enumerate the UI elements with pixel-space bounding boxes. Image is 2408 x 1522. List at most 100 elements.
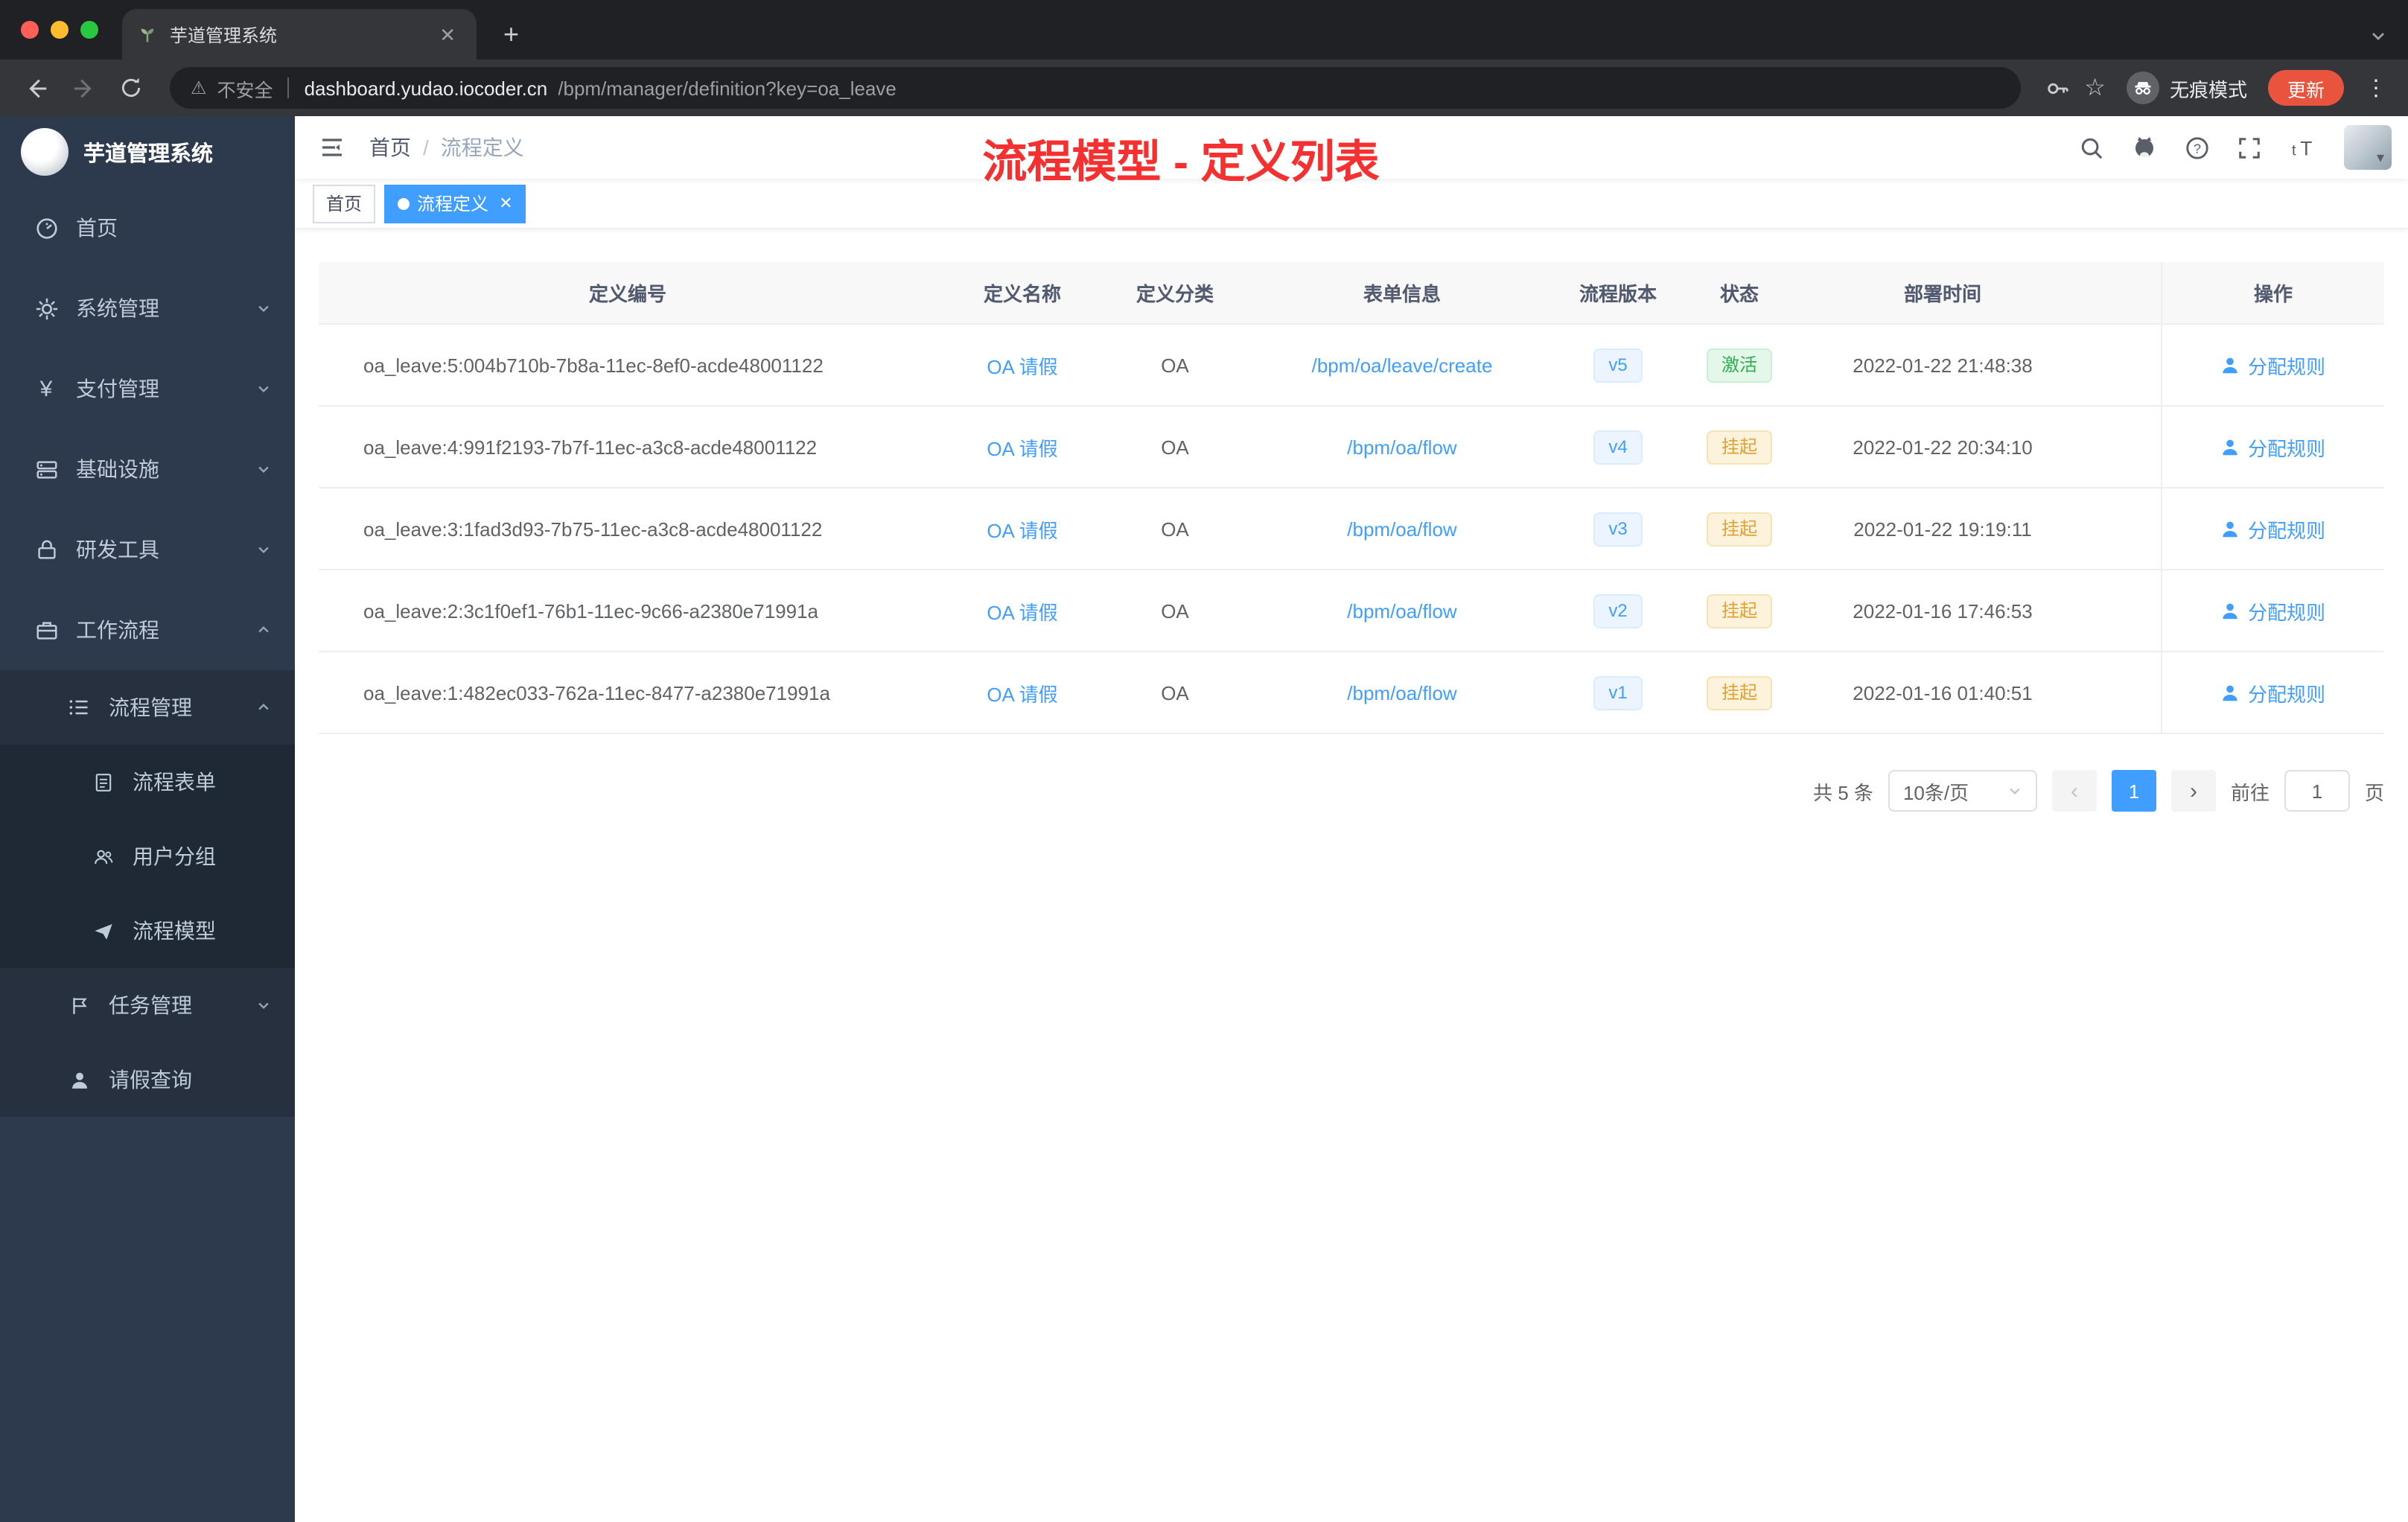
forward-button[interactable] bbox=[63, 67, 104, 109]
sidebar-item-devtools[interactable]: 研发工具 bbox=[0, 509, 295, 590]
definition-name-link[interactable]: OA 请假 bbox=[987, 355, 1057, 378]
form-info-link[interactable]: /bpm/oa/flow bbox=[1347, 436, 1456, 458]
table-row: oa_leave:4:991f2193-7b7f-11ec-a3c8-acde4… bbox=[319, 407, 2384, 488]
col-header: 定义编号 bbox=[588, 283, 666, 305]
sidebar-collapse-hamburger-icon[interactable] bbox=[319, 134, 345, 161]
user-avatar-wrap[interactable]: ▾ bbox=[2343, 125, 2392, 170]
window-controls bbox=[0, 0, 122, 60]
flag-icon bbox=[66, 992, 92, 1019]
definition-id: oa_leave:3:1fad3d93-7b75-11ec-a3c8-acde4… bbox=[363, 518, 823, 540]
breadcrumb-home[interactable]: 首页 bbox=[369, 133, 411, 162]
sidebar-item-process-form[interactable]: 流程表单 bbox=[0, 745, 295, 819]
form-info-link[interactable]: /bpm/oa/flow bbox=[1347, 518, 1456, 540]
password-key-icon[interactable] bbox=[2044, 75, 2069, 101]
assign-rule-button[interactable]: 分配规则 bbox=[2221, 433, 2325, 461]
sidebar-item-home[interactable]: 首页 bbox=[0, 188, 295, 268]
zoom-window-button[interactable] bbox=[80, 21, 98, 39]
sidebar-logo[interactable]: 芋道管理系统 bbox=[0, 116, 295, 188]
sidebar-item-label: 任务管理 bbox=[109, 993, 192, 1017]
refresh-button[interactable] bbox=[110, 67, 152, 109]
font-size-icon[interactable]: tT bbox=[2289, 135, 2317, 160]
prev-page-button[interactable]: ‹ bbox=[2051, 770, 2097, 812]
search-icon[interactable] bbox=[2079, 135, 2104, 160]
sidebar-item-label: 研发工具 bbox=[76, 538, 159, 561]
sidebar-item-workflow[interactable]: 工作流程 bbox=[0, 590, 295, 670]
not-secure-warning-icon: ⚠ bbox=[191, 77, 207, 98]
svg-text:?: ? bbox=[2194, 141, 2201, 156]
sidebar-item-user-group[interactable]: 用户分组 bbox=[0, 819, 295, 894]
sidebar-item-infra[interactable]: 基础设施 bbox=[0, 429, 295, 509]
definition-category: OA bbox=[1161, 518, 1189, 540]
svg-text:T: T bbox=[2300, 136, 2312, 159]
address-bar[interactable]: ⚠ 不安全 dashboard.yudao.iocoder.cn /bpm/ma… bbox=[170, 67, 2021, 109]
form-info-link[interactable]: /bpm/oa/leave/create bbox=[1312, 354, 1493, 376]
minimize-window-button[interactable] bbox=[51, 21, 69, 39]
back-button[interactable] bbox=[15, 67, 57, 109]
fullscreen-icon[interactable] bbox=[2237, 135, 2262, 160]
definition-id: oa_leave:5:004b710b-7b8a-11ec-8ef0-acde4… bbox=[363, 354, 824, 376]
yen-icon: ¥ bbox=[39, 376, 53, 401]
page-size-select[interactable]: 10条/页 bbox=[1888, 770, 2037, 812]
bookmark-star-icon[interactable]: ☆ bbox=[2084, 73, 2106, 103]
next-page-button[interactable]: › bbox=[2170, 770, 2216, 812]
tab-close-icon[interactable]: ✕ bbox=[433, 22, 462, 47]
goto-page-input[interactable] bbox=[2284, 770, 2350, 812]
select-chevron-down-icon bbox=[2007, 783, 2022, 798]
tag-process-definition[interactable]: 流程定义 ✕ bbox=[384, 184, 526, 223]
help-icon[interactable]: ? bbox=[2185, 135, 2210, 160]
col-header: 定义名称 bbox=[983, 283, 1061, 305]
toolbar-right: ☆ 无痕模式 更新 ⋮ bbox=[2038, 70, 2393, 106]
form-info-link[interactable]: /bpm/oa/flow bbox=[1347, 599, 1456, 622]
incognito-icon bbox=[2126, 71, 2159, 104]
browser-menu-kebab-icon[interactable]: ⋮ bbox=[2359, 74, 2393, 101]
new-tab-button[interactable]: + bbox=[494, 19, 528, 51]
tag-close-icon[interactable]: ✕ bbox=[499, 194, 512, 213]
tab-strip-chevron-down-icon[interactable] bbox=[2369, 27, 2408, 60]
sidebar-item-label: 用户分组 bbox=[133, 844, 216, 868]
devtools-lock-icon bbox=[33, 536, 60, 563]
status-badge: 挂起 bbox=[1706, 675, 1772, 710]
assign-rule-button[interactable]: 分配规则 bbox=[2221, 678, 2325, 707]
sidebar-item-task-manage[interactable]: 任务管理 bbox=[0, 968, 295, 1042]
definition-name-link[interactable]: OA 请假 bbox=[987, 683, 1057, 705]
screen: 芋道管理系统 ✕ + ⚠ 不安全 dashboard.yudao.iocoder… bbox=[0, 0, 2408, 1522]
col-header: 定义分类 bbox=[1135, 283, 1214, 305]
definition-name-link[interactable]: OA 请假 bbox=[987, 601, 1057, 623]
assign-rule-button[interactable]: 分配规则 bbox=[2221, 515, 2325, 543]
sidebar-item-leave-query[interactable]: 请假查询 bbox=[0, 1042, 295, 1117]
tags-view-bar: 首页 流程定义 ✕ bbox=[295, 179, 2408, 229]
version-badge: v3 bbox=[1593, 512, 1643, 546]
sidebar-item-process-manage[interactable]: 流程管理 bbox=[0, 670, 295, 745]
status-badge: 挂起 bbox=[1706, 430, 1772, 464]
current-page-button[interactable]: 1 bbox=[2111, 770, 2156, 812]
close-window-button[interactable] bbox=[21, 21, 39, 39]
github-icon[interactable] bbox=[2131, 134, 2158, 161]
definition-name-link[interactable]: OA 请假 bbox=[987, 519, 1057, 541]
assign-rule-button[interactable]: 分配规则 bbox=[2221, 351, 2325, 379]
security-label[interactable]: 不安全 bbox=[217, 74, 273, 102]
deploy-time: 2022-01-16 17:46:53 bbox=[1853, 599, 2033, 622]
sidebar-item-process-model[interactable]: 流程模型 bbox=[0, 894, 295, 968]
gear-icon bbox=[33, 295, 60, 322]
header-actions: ? tT ▾ bbox=[2079, 125, 2392, 170]
sidebar-item-label: 流程表单 bbox=[133, 770, 216, 794]
browser-tab[interactable]: 芋道管理系统 ✕ bbox=[122, 9, 477, 60]
app-title: 芋道管理系统 bbox=[83, 142, 213, 166]
browser-update-button[interactable]: 更新 bbox=[2267, 70, 2344, 106]
definition-category: OA bbox=[1161, 599, 1189, 622]
assign-rule-button[interactable]: 分配规则 bbox=[2221, 596, 2325, 625]
avatar[interactable] bbox=[2343, 125, 2392, 170]
goto-suffix: 页 bbox=[2364, 781, 2384, 803]
sidebar-item-system[interactable]: 系统管理 bbox=[0, 268, 295, 348]
sidebar-item-payment[interactable]: ¥ 支付管理 bbox=[0, 348, 295, 429]
version-badge: v1 bbox=[1593, 675, 1643, 710]
definition-category: OA bbox=[1161, 681, 1189, 704]
definition-name-link[interactable]: OA 请假 bbox=[987, 437, 1057, 459]
tag-home[interactable]: 首页 bbox=[313, 184, 376, 223]
sidebar-item-label: 基础设施 bbox=[76, 457, 159, 481]
briefcase-icon bbox=[33, 617, 60, 643]
pagination: 共 5 条 10条/页 ‹ 1 › 前往 页 bbox=[319, 770, 2384, 812]
breadcrumb: 首页 / 流程定义 bbox=[369, 133, 524, 162]
form-info-link[interactable]: /bpm/oa/flow bbox=[1347, 681, 1456, 704]
table-header-row: 定义编号 定义名称 定义分类 表单信息 流程版本 状态 部署时间 操作 bbox=[319, 262, 2384, 325]
